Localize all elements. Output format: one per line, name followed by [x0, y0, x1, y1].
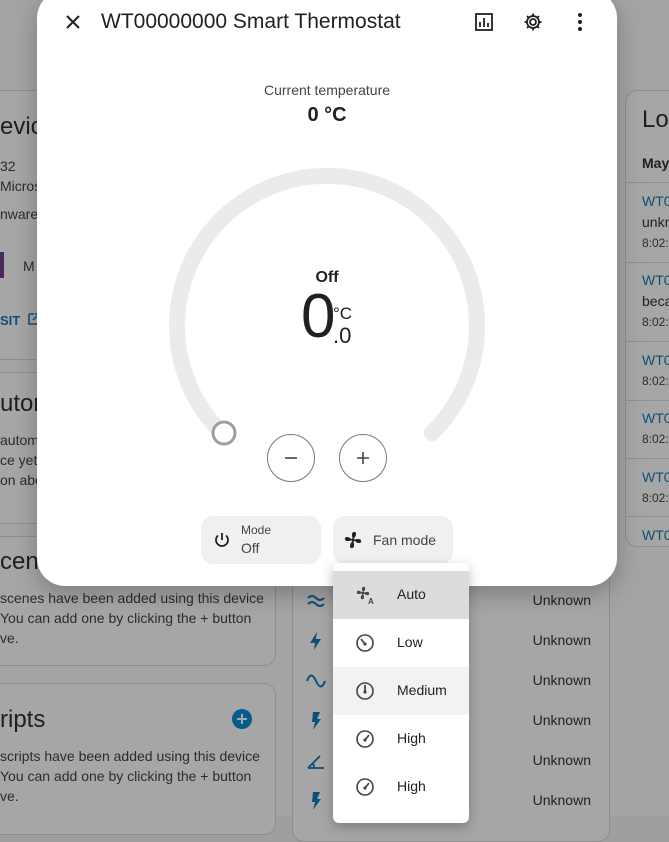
- close-button[interactable]: [53, 2, 93, 42]
- decrease-temperature-button[interactable]: [267, 434, 315, 482]
- scripts-text-2: You can add one by clicking the + button: [0, 768, 252, 784]
- thermostat-dialog: WT00000000 Smart Thermostat Current temp…: [37, 0, 617, 586]
- logbook-date: May: [642, 155, 669, 171]
- logbook-divider: [626, 341, 669, 342]
- minus-icon: [285, 457, 297, 459]
- flash-icon: [310, 632, 321, 650]
- fan-icon: [344, 531, 362, 549]
- scripts-text-1: scripts have been added using this devic…: [0, 748, 260, 764]
- logbook-entry-time: 8:02:: [642, 374, 669, 388]
- logbook-entry-name[interactable]: WT0: [642, 352, 669, 368]
- current-temperature-value: 0 °C: [307, 104, 347, 126]
- angle-icon: [307, 755, 324, 769]
- logbook-divider: [626, 262, 669, 263]
- logbook-divider: [626, 458, 669, 459]
- device-model: 32: [0, 158, 16, 174]
- logbook-divider: [626, 516, 669, 517]
- fan-mode-menu: A Auto Low Medium High High: [333, 563, 469, 823]
- sine-wave-icon: [306, 674, 326, 688]
- entity-state: Unknown: [532, 712, 591, 728]
- logbook-divider: [626, 182, 669, 183]
- manufacturer-logo: [0, 252, 4, 278]
- logbook-entry-name[interactable]: WT0: [642, 527, 669, 543]
- waves-icon: [307, 595, 325, 607]
- scenes-text-2: You can add one by clicking the + button: [0, 610, 252, 626]
- logbook-entry-time: 8:02:: [642, 432, 669, 446]
- current-temperature-label: Current temperature: [263, 82, 391, 98]
- fan-mode-chip[interactable]: Fan mode: [333, 516, 453, 564]
- scenes-text-1: scenes have been added using this device: [0, 590, 264, 606]
- chart-icon: [475, 13, 493, 31]
- entity-state: Unknown: [532, 592, 591, 608]
- fan-mode-option-low[interactable]: Low: [333, 619, 469, 667]
- automations-text-1: autom: [0, 432, 39, 448]
- logbook-entry-name[interactable]: WT0: [642, 410, 669, 426]
- close-icon: [66, 15, 80, 29]
- logbook-entry-name[interactable]: WT0: [642, 193, 669, 209]
- more-options-button[interactable]: [560, 2, 600, 42]
- fan-mode-option-label: Low: [397, 634, 423, 650]
- speedometer-slow-icon: [356, 634, 374, 652]
- logbook-divider: [626, 400, 669, 401]
- fan-mode-option-high[interactable]: High: [333, 763, 469, 811]
- target-temperature-unit: °C: [333, 304, 353, 323]
- device-firmware: nware:: [0, 206, 43, 222]
- more-vertical-icon: [578, 13, 582, 31]
- fan-mode-option-medium[interactable]: Medium: [333, 667, 469, 715]
- increase-temperature-button[interactable]: [339, 434, 387, 482]
- manufacturer-link[interactable]: M: [23, 258, 35, 274]
- target-temperature-integer: 0: [301, 282, 336, 351]
- fan-auto-icon: A: [356, 586, 374, 605]
- scenes-text-3: ve.: [0, 630, 19, 646]
- logbook-entry-text: beca: [642, 293, 669, 309]
- target-temperature-decimal: .0: [333, 323, 352, 348]
- fan-mode-option-label: High: [397, 730, 426, 746]
- automations-text-2: ce yet: [0, 452, 38, 468]
- visit-link[interactable]: SIT: [0, 313, 20, 328]
- dial-handle: [211, 420, 237, 446]
- speedometer-medium-icon: [356, 682, 374, 700]
- logbook-title: Lo: [642, 106, 669, 133]
- logbook-entry-time: 8:02:: [642, 236, 669, 250]
- entity-state: Unknown: [532, 792, 591, 808]
- fan-mode-option-auto[interactable]: A Auto: [333, 571, 469, 619]
- logbook-entry-time: 8:02:: [642, 315, 669, 329]
- scripts-text-3: ve.: [0, 788, 19, 804]
- entity-state: Unknown: [532, 752, 591, 768]
- speedometer-icon: [356, 778, 374, 796]
- flash-icon: [312, 792, 321, 810]
- history-button[interactable]: [464, 2, 504, 42]
- svg-text:A: A: [368, 597, 374, 605]
- gear-icon: [524, 13, 542, 31]
- entity-state: Unknown: [532, 672, 591, 688]
- fan-mode-option-high[interactable]: High: [333, 715, 469, 763]
- logbook-entry-name[interactable]: WT0: [642, 469, 669, 485]
- plus-icon: [357, 452, 369, 464]
- fan-mode-option-label: Medium: [397, 682, 447, 698]
- speedometer-icon: [356, 730, 374, 748]
- logbook-entry-time: 8:02:: [642, 491, 669, 505]
- settings-button[interactable]: [513, 2, 553, 42]
- entity-state: Unknown: [532, 632, 591, 648]
- logbook-entry-text: unkn: [642, 214, 669, 230]
- logbook-entry-name[interactable]: WT0: [642, 272, 669, 288]
- scripts-title: ripts: [0, 706, 46, 733]
- fan-mode-option-label: Auto: [397, 586, 426, 602]
- mode-chip-value: Off: [241, 540, 260, 556]
- add-script-icon[interactable]: [231, 708, 253, 730]
- fan-mode-chip-label: Fan mode: [373, 532, 437, 548]
- dialog-title: WT00000000 Smart Thermostat: [101, 10, 401, 33]
- mode-chip-label: Mode: [241, 523, 272, 537]
- power-icon: [215, 533, 229, 547]
- mode-chip[interactable]: Mode Off: [201, 516, 321, 564]
- flash-icon: [312, 712, 321, 730]
- fan-mode-option-label: High: [397, 778, 426, 794]
